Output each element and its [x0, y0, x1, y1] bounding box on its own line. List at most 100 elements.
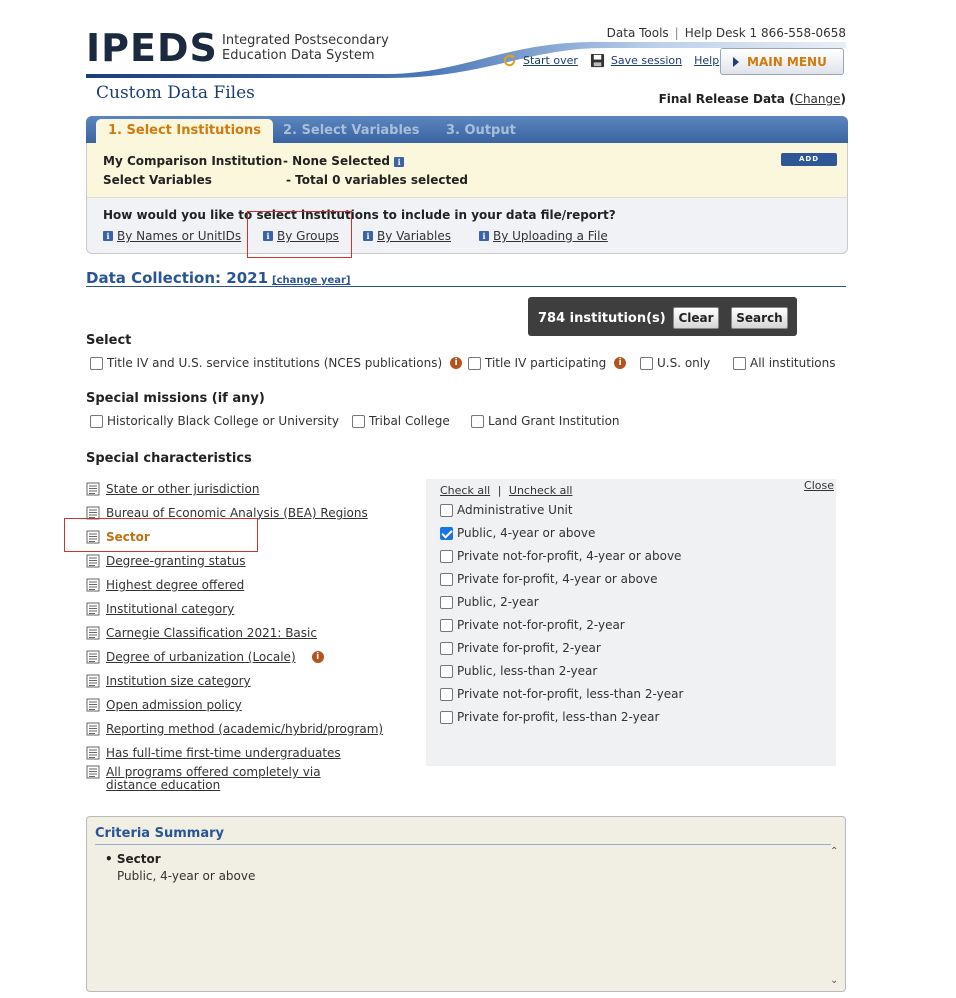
uncheck-all-link[interactable]: Uncheck all [509, 484, 573, 497]
sector-option[interactable]: Private not-for-profit, 2-year [440, 618, 625, 632]
characteristic-link[interactable]: State or other jurisdiction [106, 483, 259, 496]
checkbox[interactable] [440, 595, 453, 609]
by-variables-link[interactable]: By Variables [377, 229, 451, 243]
characteristic-item[interactable]: Institutional category [86, 602, 234, 616]
scroll-down-icon[interactable]: ⌄ [830, 975, 838, 986]
sector-option[interactable]: Public, less-than 2-year [440, 664, 597, 678]
sector-option[interactable]: Public, 4-year or above [440, 526, 595, 540]
characteristic-item[interactable]: Has full-time first-time undergraduates [86, 746, 341, 760]
checkbox[interactable] [440, 549, 453, 563]
sector-option[interactable]: Private for-profit, 2-year [440, 641, 601, 655]
start-over-link[interactable]: Start over [523, 54, 578, 67]
sector-option[interactable]: Administrative Unit [440, 503, 573, 517]
characteristic-link[interactable]: Carnegie Classification 2021: Basic [106, 627, 317, 640]
characteristic-link[interactable]: Degree of urbanization (Locale) [106, 651, 296, 664]
save-disk-icon[interactable] [590, 53, 605, 68]
checkbox[interactable] [90, 414, 103, 428]
document-list-icon [86, 650, 100, 664]
check-links: Check all | Uncheck all [440, 484, 573, 497]
characteristic-item[interactable]: Open admission policy [86, 698, 242, 712]
main-menu-button[interactable]: MAIN MENU [720, 48, 844, 75]
characteristic-item[interactable]: Reporting method (academic/hybrid/progra… [86, 722, 383, 736]
checkbox[interactable] [440, 664, 453, 678]
checkbox[interactable] [440, 618, 453, 632]
characteristic-item[interactable]: State or other jurisdiction [86, 482, 259, 496]
characteristic-link[interactable]: Highest degree offered [106, 579, 244, 592]
characteristic-link[interactable]: Open admission policy [106, 699, 242, 712]
tab-output[interactable]: 3. Output [446, 123, 516, 138]
sector-option[interactable]: Public, 2-year [440, 595, 539, 609]
start-over-icon[interactable] [502, 53, 517, 68]
checkbox[interactable] [440, 687, 453, 701]
wizard-tabs: 1. Select Institutions 2. Select Variabl… [86, 116, 848, 143]
sector-option[interactable]: Private not-for-profit, 4-year or above [440, 549, 681, 563]
option-land-grant[interactable]: Land Grant Institution [471, 414, 620, 428]
sector-option[interactable]: Private for-profit, less-than 2-year [440, 710, 659, 724]
by-names-link[interactable]: By Names or UnitIDs [117, 229, 241, 243]
info-icon[interactable]: i [394, 156, 405, 167]
close-panel-link[interactable]: Close [804, 479, 834, 492]
by-upload-link[interactable]: By Uploading a File [493, 229, 608, 243]
characteristic-item[interactable]: Highest degree offered [86, 578, 244, 592]
checkbox[interactable] [640, 356, 653, 370]
help-link[interactable]: Help [694, 54, 719, 67]
info-icon[interactable]: i [363, 231, 373, 241]
checkbox[interactable] [440, 503, 453, 517]
characteristic-link[interactable]: Reporting method (academic/hybrid/progra… [106, 723, 383, 736]
special-characteristics-heading: Special characteristics [86, 451, 252, 466]
option-label: Title IV and U.S. service institutions (… [107, 356, 443, 370]
checkbox[interactable] [352, 414, 365, 428]
characteristic-item[interactable]: Degree of urbanization (Locale) i [86, 650, 324, 664]
check-all-link[interactable]: Check all [440, 484, 490, 497]
document-list-icon [86, 722, 100, 736]
characteristic-link[interactable]: Has full-time first-time undergraduates [106, 747, 341, 760]
info-circle-icon[interactable]: i [450, 357, 463, 369]
criteria-scrollbar[interactable]: ⌃ ⌄ [828, 846, 842, 986]
session-tools: Start over Save session Help [502, 53, 725, 68]
sector-option[interactable]: Private for-profit, 4-year or above [440, 572, 657, 586]
characteristic-link[interactable]: Institutional category [106, 603, 234, 616]
tab-select-institutions[interactable]: 1. Select Institutions [96, 119, 273, 143]
method-by-variables[interactable]: i By Variables [363, 229, 451, 243]
sector-option-label: Private for-profit, 4-year or above [457, 572, 658, 586]
change-release-link[interactable]: Change [795, 92, 841, 106]
tab-select-variables[interactable]: 2. Select Variables [283, 123, 420, 138]
checkbox[interactable] [440, 572, 453, 586]
criteria-item-value: Public, 4-year or above [117, 869, 256, 883]
option-hbcu[interactable]: Historically Black College or University [90, 414, 339, 428]
save-session-link[interactable]: Save session [611, 54, 682, 67]
checkbox[interactable] [440, 710, 453, 724]
characteristic-item[interactable]: Institution size category [86, 674, 251, 688]
characteristic-link[interactable]: Degree-granting status [106, 555, 245, 568]
option-us-only[interactable]: U.S. only [640, 356, 710, 370]
comparison-value-text: - None Selected [283, 154, 390, 168]
info-circle-icon[interactable]: i [614, 357, 627, 369]
characteristic-item[interactable]: All programs offered completely via dist… [86, 765, 366, 792]
info-icon[interactable]: i [479, 231, 489, 241]
option-title-iv-us-service[interactable]: Title IV and U.S. service institutions (… [90, 356, 463, 370]
info-icon[interactable]: i [103, 231, 113, 241]
clear-button[interactable]: Clear [673, 307, 719, 329]
document-list-icon [86, 626, 100, 640]
checkbox[interactable] [471, 414, 484, 428]
change-year-link[interactable]: [change year] [272, 275, 350, 286]
characteristic-link[interactable]: All programs offered completely via dist… [106, 766, 366, 792]
checkbox[interactable] [90, 356, 103, 370]
search-button[interactable]: Search [731, 307, 788, 329]
info-circle-icon[interactable]: i [311, 651, 324, 663]
option-all-institutions[interactable]: All institutions [733, 356, 835, 370]
method-by-names[interactable]: i By Names or UnitIDs [103, 229, 241, 243]
add-comparison-button[interactable]: ADD [781, 153, 837, 166]
checkbox[interactable] [733, 356, 746, 370]
method-by-upload[interactable]: i By Uploading a File [479, 229, 608, 243]
checkbox[interactable] [468, 356, 481, 370]
characteristic-item[interactable]: Carnegie Classification 2021: Basic [86, 626, 317, 640]
characteristic-item[interactable]: Degree-granting status [86, 554, 245, 568]
sector-option[interactable]: Private not-for-profit, less-than 2-year [440, 687, 683, 701]
option-tribal-college[interactable]: Tribal College [352, 414, 450, 428]
scroll-up-icon[interactable]: ⌃ [830, 846, 838, 857]
checkbox[interactable] [440, 526, 453, 540]
option-title-iv-participating[interactable]: Title IV participating i [468, 356, 627, 370]
characteristic-link[interactable]: Institution size category [106, 675, 251, 688]
checkbox[interactable] [440, 641, 453, 655]
